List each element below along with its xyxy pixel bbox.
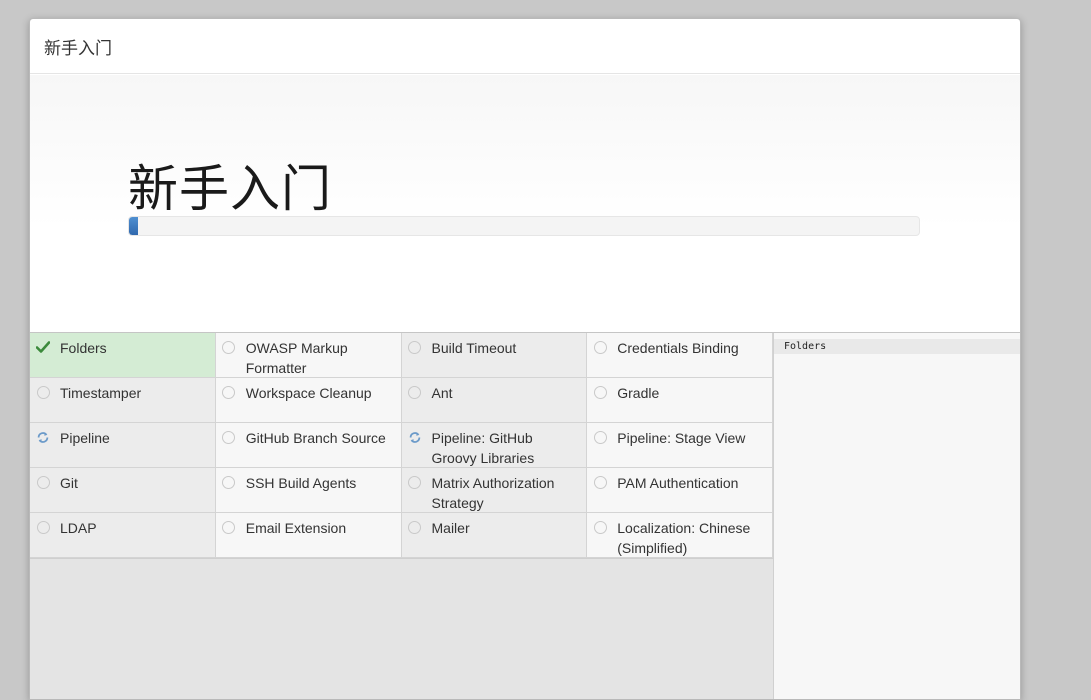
plugin-name: Git [60, 475, 78, 491]
dialog-header-title: 新手入门 [44, 38, 112, 58]
circle-icon [408, 475, 422, 489]
plugin-name: Folders [60, 340, 107, 356]
plugin-name: Gradle [617, 385, 660, 401]
install-hero: 新手入门 [30, 75, 1020, 331]
plugin-item: Gradle [587, 378, 773, 423]
page-title: 新手入门 [128, 161, 332, 217]
check-icon [36, 340, 50, 354]
circle-icon [593, 385, 607, 399]
plugin-name: Mailer [431, 520, 470, 536]
setup-wizard-dialog: 新手入门 新手入门 Folders OWASP Markup Formatter B… [29, 18, 1021, 700]
plugin-item: Credentials Binding [587, 333, 773, 378]
plugin-name: Timestamper [60, 385, 142, 401]
circle-icon [593, 430, 607, 444]
plugin-item: Localization: Chinese (Simplified) [587, 513, 773, 558]
plugin-name: Pipeline [60, 430, 110, 446]
circle-icon [593, 520, 607, 534]
plugin-name: Build Timeout [431, 340, 517, 356]
plugin-item: Mailer [401, 513, 588, 558]
plugin-item: GitHub Branch Source [215, 423, 402, 468]
plugin-item: LDAP [30, 513, 216, 558]
plugin-name: Pipeline: GitHub Groovy Libraries [431, 430, 535, 466]
plugin-name: OWASP Markup Formatter [245, 340, 348, 376]
plugin-name: Localization: Chinese (Simplified) [617, 520, 751, 556]
plugin-item: Pipeline: Stage View [587, 423, 773, 468]
plugin-name: Pipeline: Stage View [617, 430, 746, 446]
plugin-item: Ant [401, 378, 588, 423]
plugin-name: Ant [431, 385, 453, 401]
plugin-name: Matrix Authorization Strategy [431, 475, 555, 511]
plugin-item: Git [30, 468, 216, 513]
plugin-name: PAM Authentication [617, 475, 739, 491]
circle-icon [222, 430, 236, 444]
circle-icon [222, 475, 236, 489]
circle-icon [36, 520, 50, 534]
plugin-item: Build Timeout [401, 333, 588, 378]
install-log-panel[interactable]: Folders [773, 333, 1020, 699]
circle-icon [408, 340, 422, 354]
plugin-name: Workspace Cleanup [245, 385, 372, 401]
circle-icon [222, 340, 236, 354]
dialog-header: 新手入门 [30, 19, 1020, 74]
plugin-item: Pipeline [30, 423, 216, 468]
plugin-name: Email Extension [245, 520, 347, 536]
refresh-icon [36, 430, 50, 444]
plugin-item: Folders [30, 333, 216, 378]
plugin-name: Credentials Binding [617, 340, 739, 356]
circle-icon [222, 385, 236, 399]
circle-icon [408, 520, 422, 534]
refresh-icon [408, 430, 422, 444]
install-progress-bar [128, 216, 920, 236]
plugin-item: PAM Authentication [587, 468, 773, 513]
plugin-grid: Folders OWASP Markup Formatter Build Timeo… [30, 333, 773, 559]
circle-icon [408, 385, 422, 399]
plugin-item: Pipeline: GitHub Groovy Libraries [401, 423, 588, 468]
plugin-install-area: Folders OWASP Markup Formatter Build Timeo… [30, 332, 1020, 699]
plugin-item: Matrix Authorization Strategy [401, 468, 588, 513]
plugin-item: SSH Build Agents [215, 468, 402, 513]
circle-icon [593, 340, 607, 354]
plugin-item: Email Extension [215, 513, 402, 558]
plugin-name: GitHub Branch Source [245, 430, 386, 446]
plugin-item: Timestamper [30, 378, 216, 423]
plugin-item: Workspace Cleanup [215, 378, 402, 423]
install-progress-fill [129, 217, 139, 235]
circle-icon [222, 520, 236, 534]
plugin-name: SSH Build Agents [245, 475, 357, 491]
circle-icon [593, 475, 607, 489]
plugin-item: OWASP Markup Formatter [215, 333, 402, 378]
circle-icon [36, 475, 50, 489]
plugin-name: LDAP [60, 520, 97, 536]
install-log-line: Folders [774, 339, 1020, 354]
circle-icon [36, 385, 50, 399]
